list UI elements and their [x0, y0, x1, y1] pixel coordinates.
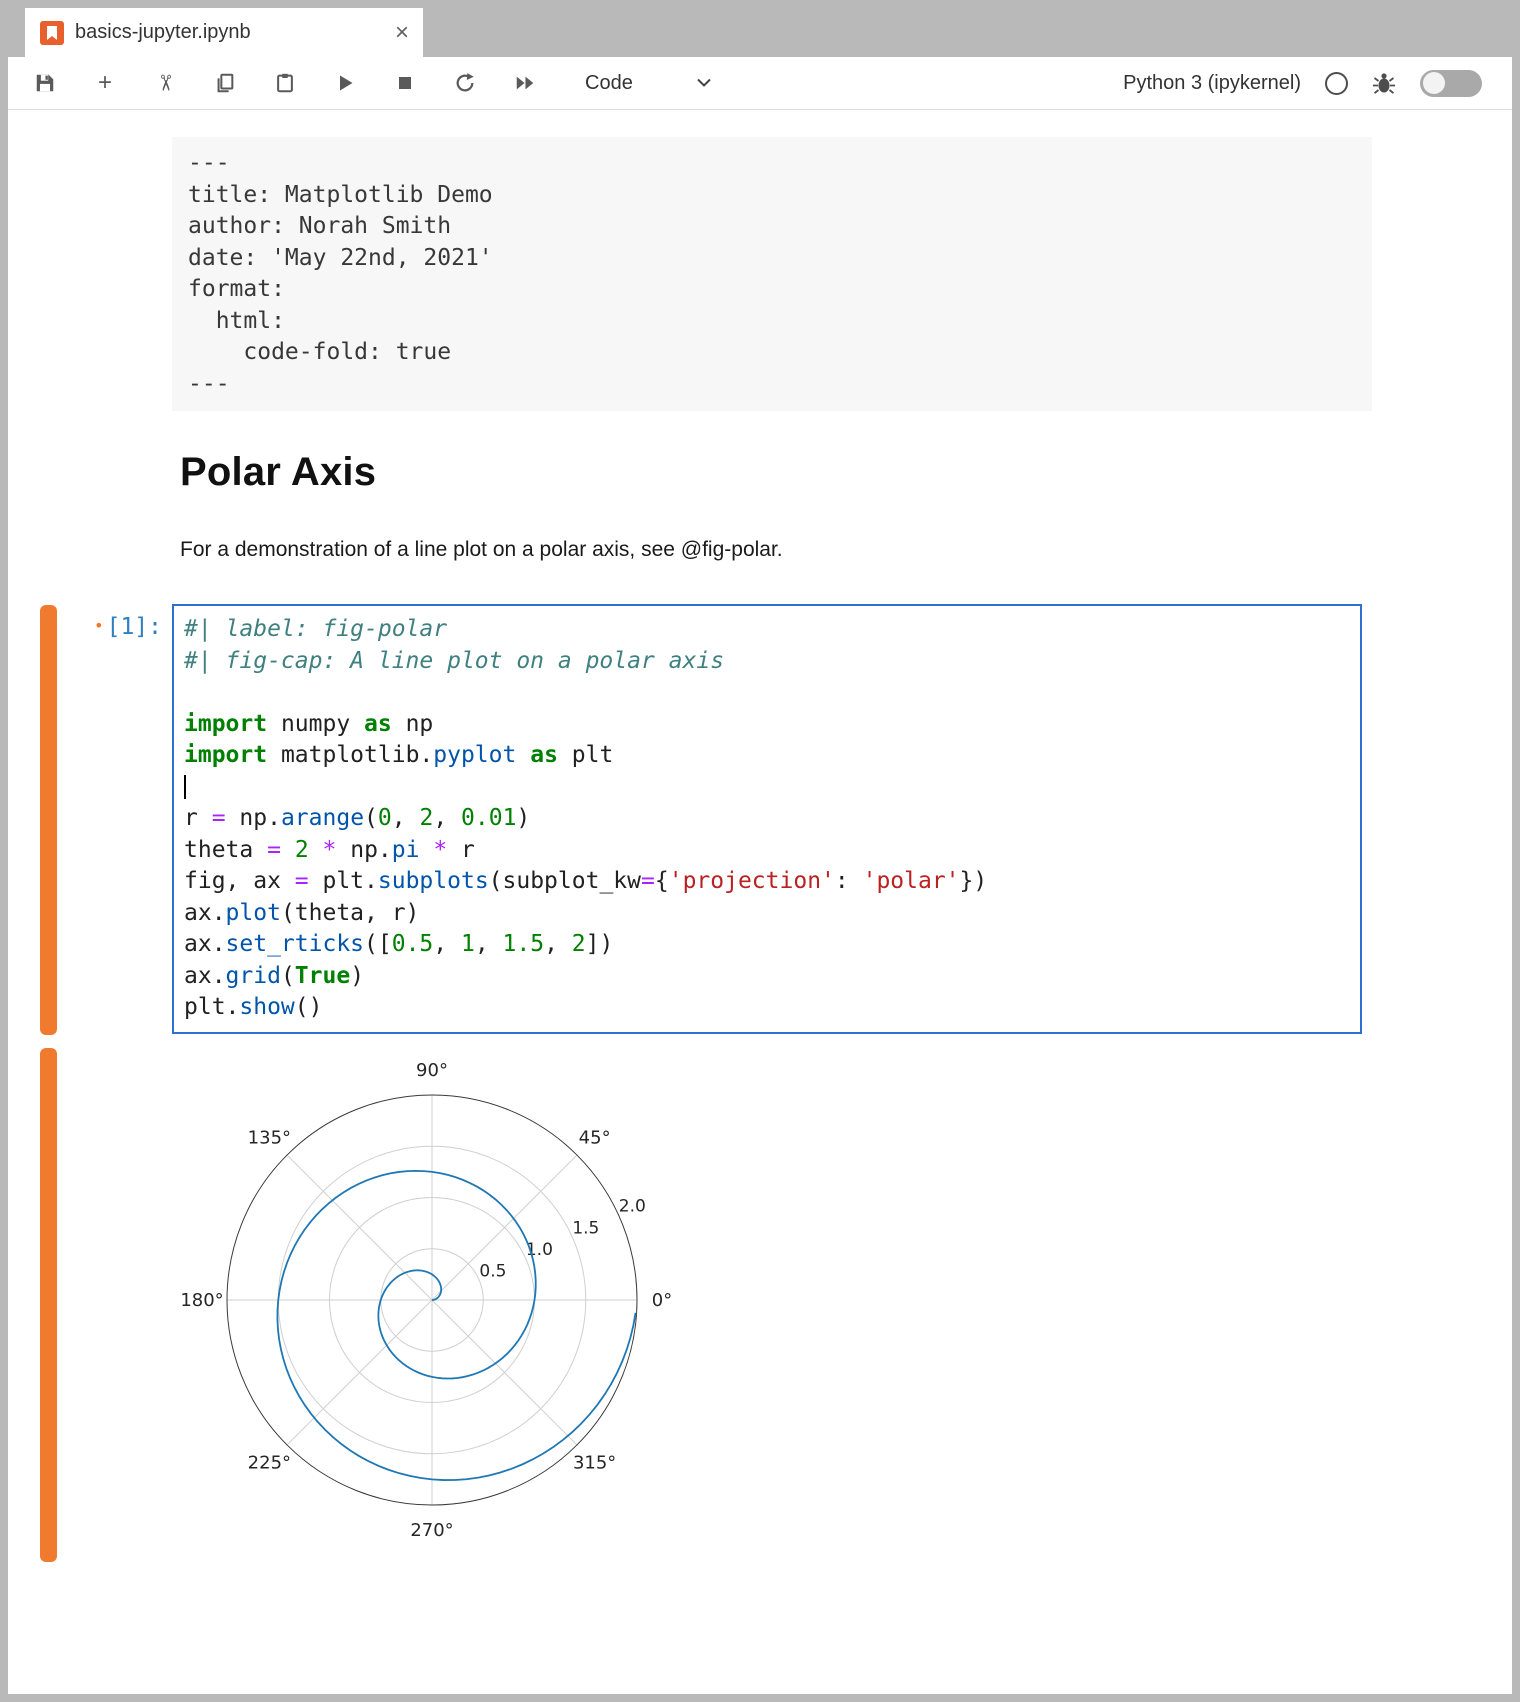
execution-count: •[1]: — [66, 614, 162, 640]
simple-mode-toggle[interactable] — [1420, 70, 1482, 97]
svg-text:270°: 270° — [410, 1520, 453, 1541]
svg-text:90°: 90° — [416, 1060, 448, 1081]
modified-dot: • — [94, 616, 104, 635]
tab-close-button[interactable]: × — [395, 21, 409, 45]
cut-cell-button[interactable]: ✂ — [153, 71, 177, 95]
add-cell-button[interactable]: + — [93, 71, 117, 95]
run-all-button[interactable] — [513, 71, 537, 95]
svg-text:135°: 135° — [248, 1127, 291, 1148]
svg-text:45°: 45° — [579, 1127, 611, 1148]
svg-text:1.5: 1.5 — [572, 1218, 599, 1238]
kernel-name[interactable]: Python 3 (ipykernel) — [1123, 72, 1301, 95]
kernel-status-icon[interactable] — [1325, 72, 1348, 95]
copy-cell-button[interactable] — [213, 71, 237, 95]
notebook-file-icon — [39, 20, 65, 46]
markdown-heading: Polar Axis — [180, 450, 376, 495]
tab-bar: basics-jupyter.ipynb × — [8, 8, 1512, 57]
svg-text:0°: 0° — [652, 1290, 672, 1311]
scissors-icon: ✂ — [154, 74, 176, 92]
svg-text:2.0: 2.0 — [619, 1197, 646, 1217]
raw-cell[interactable]: --- title: Matplotlib Demo author: Norah… — [172, 137, 1372, 411]
cell-collapser-output[interactable] — [40, 1048, 57, 1562]
cell-type-dropdown[interactable]: Code — [585, 72, 713, 95]
cell-collapser-code[interactable] — [40, 605, 57, 1035]
raw-cell-text: --- title: Matplotlib Demo author: Norah… — [188, 148, 1356, 400]
svg-text:0.5: 0.5 — [479, 1262, 506, 1282]
restart-kernel-button[interactable] — [453, 71, 477, 95]
execution-count-text: [1]: — [107, 614, 162, 640]
toggle-knob — [1423, 72, 1445, 94]
copy-icon — [214, 72, 236, 94]
save-icon — [34, 72, 56, 94]
svg-text:225°: 225° — [248, 1453, 291, 1474]
jupyterlab-window: basics-jupyter.ipynb × + ✂ — [0, 0, 1520, 1702]
stop-icon — [396, 74, 414, 92]
svg-text:315°: 315° — [573, 1453, 616, 1474]
notebook-toolbar: + ✂ — [8, 57, 1512, 110]
interrupt-kernel-button[interactable] — [393, 71, 417, 95]
plus-icon: + — [98, 71, 112, 95]
chevron-down-icon — [695, 77, 713, 89]
fast-forward-icon — [514, 72, 536, 94]
code-cell[interactable]: #| label: fig-polar#| fig-cap: A line pl… — [172, 604, 1362, 1034]
polar-plot-figure: 0°45°90°135°180°225°270°315°0.51.01.52.0 — [150, 1048, 710, 1568]
tab-title: basics-jupyter.ipynb — [75, 21, 251, 44]
paste-cell-button[interactable] — [273, 71, 297, 95]
run-cell-button[interactable] — [333, 71, 357, 95]
paste-icon — [274, 72, 296, 94]
save-button[interactable] — [33, 71, 57, 95]
debugger-bug-icon[interactable] — [1372, 71, 1396, 95]
notebook-tab[interactable]: basics-jupyter.ipynb × — [25, 8, 423, 57]
cell-output: 0°45°90°135°180°225°270°315°0.51.01.52.0 — [150, 1048, 710, 1568]
notebook-panel: --- title: Matplotlib Demo author: Norah… — [8, 110, 1512, 1694]
play-icon — [335, 73, 355, 93]
cell-type-label: Code — [585, 72, 633, 95]
code-editor[interactable]: #| label: fig-polar#| fig-cap: A line pl… — [184, 614, 1350, 1024]
markdown-paragraph: For a demonstration of a line plot on a … — [180, 538, 783, 562]
restart-icon — [454, 72, 476, 94]
svg-text:180°: 180° — [180, 1290, 223, 1311]
